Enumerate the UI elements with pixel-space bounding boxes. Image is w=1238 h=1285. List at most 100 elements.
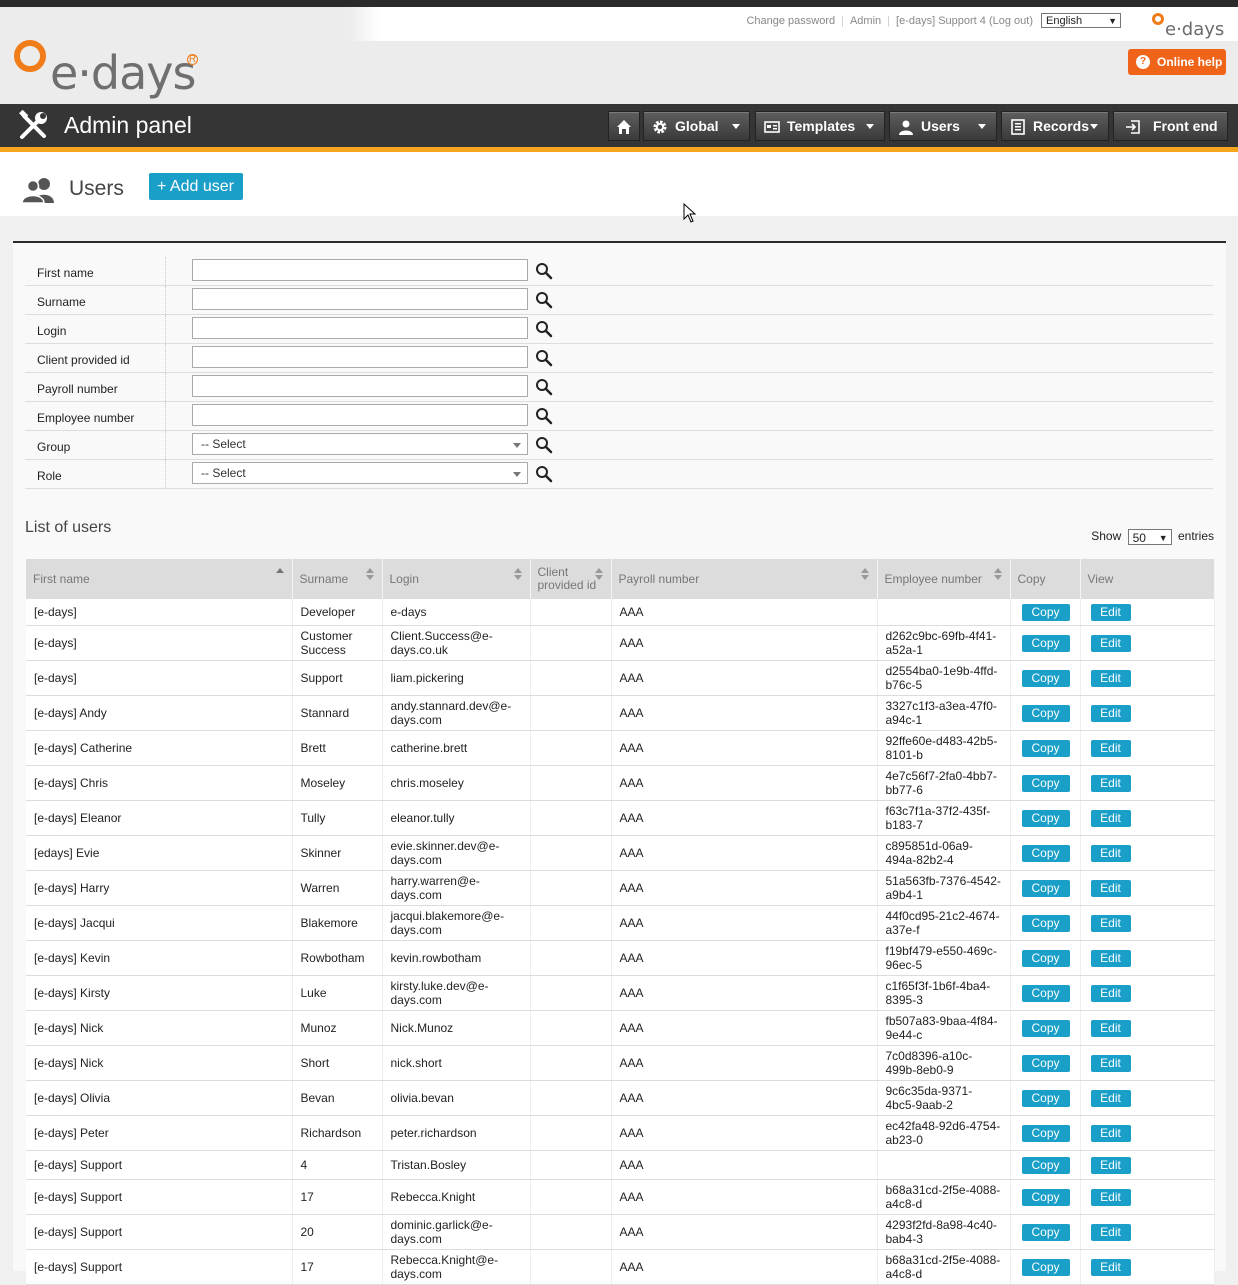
search-icon[interactable] xyxy=(535,407,553,425)
copy-button[interactable]: Copy xyxy=(1021,669,1070,687)
client-provided-id-cell xyxy=(530,1249,612,1285)
change-password-link[interactable]: Change password xyxy=(746,15,835,27)
admin-navbar: Admin panel Global Templates Users Recor… xyxy=(0,104,1238,147)
edit-button[interactable]: Edit xyxy=(1090,704,1131,722)
column-header-client-provided-id[interactable]: Client provided id xyxy=(530,559,612,599)
edit-button[interactable]: Edit xyxy=(1090,634,1131,652)
edit-button[interactable]: Edit xyxy=(1090,1019,1131,1037)
copy-button[interactable]: Copy xyxy=(1021,949,1070,967)
column-header-payroll-number[interactable]: Payroll number xyxy=(611,559,878,599)
edit-button[interactable]: Edit xyxy=(1090,984,1131,1002)
edit-button[interactable]: Edit xyxy=(1090,774,1131,792)
employee-number-cell: 44f0cd95-21c2-4674-a37e-f xyxy=(877,905,1011,941)
edit-button[interactable]: Edit xyxy=(1090,1188,1131,1206)
search-icon[interactable] xyxy=(535,262,553,280)
edit-button[interactable]: Edit xyxy=(1090,809,1131,827)
edit-button[interactable]: Edit xyxy=(1090,669,1131,687)
column-header-login[interactable]: Login xyxy=(382,559,531,599)
edit-button[interactable]: Edit xyxy=(1090,1223,1131,1241)
copy-button[interactable]: Copy xyxy=(1021,634,1070,652)
copy-button[interactable]: Copy xyxy=(1021,1019,1070,1037)
edit-button[interactable]: Edit xyxy=(1090,949,1131,967)
employee-number-cell: ec42fa48-92d6-4754-ab23-0 xyxy=(877,1115,1011,1151)
nav-records-button[interactable]: Records xyxy=(1001,111,1109,141)
copy-button[interactable]: Copy xyxy=(1021,879,1070,897)
nav-global-button[interactable]: Global xyxy=(643,111,750,141)
column-header-employee-number[interactable]: Employee number xyxy=(877,559,1011,599)
table-row: [e-days] Nick Munoz Nick.Munoz AAA fb507a83-… xyxy=(26,1010,1215,1046)
chevron-down-icon xyxy=(732,124,740,129)
small-logo-text: e·days xyxy=(1165,19,1225,40)
search-icon[interactable] xyxy=(535,436,553,454)
copy-button[interactable]: Copy xyxy=(1021,844,1070,862)
login-cell: harry.warren@e-days.com xyxy=(382,870,531,906)
copy-button[interactable]: Copy xyxy=(1021,603,1070,621)
language-select[interactable]: English ▼ xyxy=(1041,13,1121,28)
search-icon[interactable] xyxy=(535,465,553,483)
search-icon[interactable] xyxy=(535,320,553,338)
first-name-cell: [e-days] xyxy=(26,599,293,626)
payroll-number-cell: AAA xyxy=(611,975,878,1011)
surname-cell: Customer Success xyxy=(292,625,383,661)
edit-button[interactable]: Edit xyxy=(1090,603,1131,621)
search-icon[interactable] xyxy=(535,349,553,367)
edit-button[interactable]: Edit xyxy=(1090,879,1131,897)
column-header-surname[interactable]: Surname xyxy=(292,559,383,599)
login-cell: kevin.rowbotham xyxy=(382,940,531,976)
edit-button[interactable]: Edit xyxy=(1090,1258,1131,1276)
home-button[interactable] xyxy=(608,111,640,141)
filter-payroll-number: Payroll number xyxy=(25,373,1213,402)
entries-label: entries xyxy=(1177,529,1214,544)
copy-button[interactable]: Copy xyxy=(1021,774,1070,792)
copy-button[interactable]: Copy xyxy=(1021,739,1070,757)
view-cell: Edit xyxy=(1080,1249,1215,1285)
column-header-first-name[interactable]: First name xyxy=(26,559,293,599)
nav-users-button[interactable]: Users xyxy=(889,111,997,141)
nav-templates-button[interactable]: Templates xyxy=(755,111,885,141)
login-input[interactable] xyxy=(192,317,528,339)
table-row: [e-days] Support 17 Rebecca.Knight AAA b68a3… xyxy=(26,1179,1215,1215)
role-select[interactable]: -- Select xyxy=(192,462,528,484)
copy-button[interactable]: Copy xyxy=(1021,704,1070,722)
nav-front-end-button[interactable]: Front end xyxy=(1113,111,1228,141)
copy-cell: Copy xyxy=(1010,1045,1081,1081)
admin-link[interactable]: Admin xyxy=(850,15,881,27)
copy-button[interactable]: Copy xyxy=(1021,1124,1070,1142)
view-cell: Edit xyxy=(1080,765,1215,801)
copy-button[interactable]: Copy xyxy=(1021,1054,1070,1072)
client-provided-id-input[interactable] xyxy=(192,346,528,368)
employee-number-cell: 7c0d8396-a10c-499b-8eb0-9 xyxy=(877,1045,1011,1081)
search-icon[interactable] xyxy=(535,291,553,309)
edit-button[interactable]: Edit xyxy=(1090,1054,1131,1072)
copy-button[interactable]: Copy xyxy=(1021,1089,1070,1107)
group-select[interactable]: -- Select xyxy=(192,433,528,455)
edit-button[interactable]: Edit xyxy=(1090,1156,1131,1174)
table-row: [e-days] Support 17 Rebecca.Knight@e-days.… xyxy=(26,1249,1215,1285)
employee-number-input[interactable] xyxy=(192,404,528,426)
edit-button[interactable]: Edit xyxy=(1090,739,1131,757)
search-icon[interactable] xyxy=(535,378,553,396)
copy-button[interactable]: Copy xyxy=(1021,1223,1070,1241)
copy-button[interactable]: Copy xyxy=(1021,1156,1070,1174)
copy-button[interactable]: Copy xyxy=(1021,1188,1070,1206)
edit-button[interactable]: Edit xyxy=(1090,844,1131,862)
logout-link[interactable]: (Log out) xyxy=(989,15,1033,27)
login-cell: dominic.garlick@e-days.com xyxy=(382,1214,531,1250)
edit-button[interactable]: Edit xyxy=(1090,1089,1131,1107)
edit-button[interactable]: Edit xyxy=(1090,914,1131,932)
payroll-number-input[interactable] xyxy=(192,375,528,397)
online-help-button[interactable]: ? Online help xyxy=(1128,49,1226,75)
copy-button[interactable]: Copy xyxy=(1021,1258,1070,1276)
surname-input[interactable] xyxy=(192,288,528,310)
client-provided-id-cell xyxy=(530,940,612,976)
copy-button[interactable]: Copy xyxy=(1021,984,1070,1002)
view-cell: Edit xyxy=(1080,660,1215,696)
copy-button[interactable]: Copy xyxy=(1021,809,1070,827)
entries-select[interactable]: 50 ▼ xyxy=(1127,529,1172,545)
employee-number-cell: d2554ba0-1e9b-4ffd-b76c-5 xyxy=(877,660,1011,696)
first-name-cell: [edays] Evie xyxy=(26,835,293,871)
edit-button[interactable]: Edit xyxy=(1090,1124,1131,1142)
first-name-input[interactable] xyxy=(192,259,528,281)
copy-button[interactable]: Copy xyxy=(1021,914,1070,932)
add-user-button[interactable]: + Add user xyxy=(149,173,243,200)
